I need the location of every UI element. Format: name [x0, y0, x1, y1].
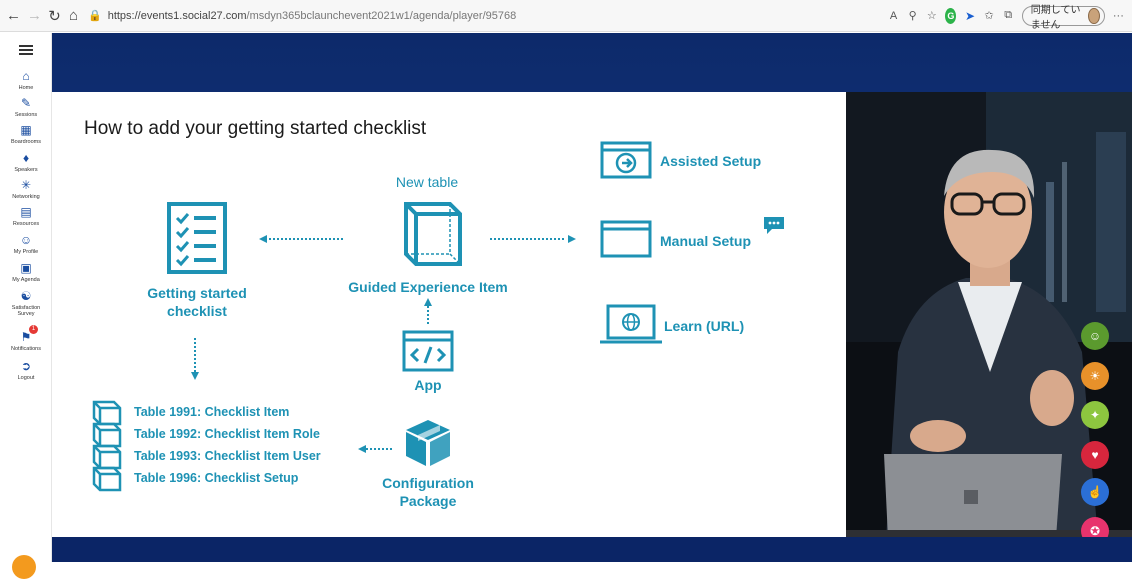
notification-badge: 1: [29, 325, 38, 334]
lightbulb-icon[interactable]: ☀: [1081, 362, 1109, 390]
sidebar-item-satisfaction-survey[interactable]: ☯ Satisfaction Survey: [0, 289, 52, 317]
url-scheme: https://: [107, 9, 141, 22]
networking-icon: ✳: [20, 178, 32, 192]
url-path: /msdyn365bclaunchevent2021w1/agenda/play…: [246, 9, 517, 22]
party-icon[interactable]: ✦: [1081, 401, 1109, 429]
sidebar-item-label: Logout: [17, 375, 35, 381]
back-icon[interactable]: ←: [6, 4, 21, 28]
url-host: events1.social27.com: [140, 9, 247, 22]
sidebar-item-notifications[interactable]: ⚑ 1 Notifications: [0, 325, 52, 352]
arrow-down-to-tables: [191, 338, 199, 380]
sidebar-item-sessions[interactable]: ✎ Sessions: [0, 96, 52, 118]
cube-icon: [404, 202, 462, 266]
new-table-label: New table: [395, 174, 459, 190]
collections-icon[interactable]: ⧉: [1003, 8, 1014, 24]
learn-url-label: Learn (URL): [664, 318, 745, 334]
configuration-package-label: Configuration Package: [368, 474, 488, 510]
reload-icon[interactable]: ↻: [48, 4, 61, 28]
home-icon: ⌂: [22, 69, 30, 83]
sidebar-item-label: Networking: [12, 194, 40, 200]
arrow-to-tables: [358, 445, 394, 453]
stage-bottom-band: [52, 537, 1132, 562]
slide-title: How to add your getting started checklis…: [84, 118, 427, 139]
table-1996-label: Table 1996: Checklist Setup: [134, 471, 299, 485]
heart-icon[interactable]: ♥: [1081, 441, 1109, 469]
code-window-icon: [402, 330, 454, 372]
laptop-globe-icon: [600, 304, 662, 344]
session-player: How to add your getting started checklis…: [52, 33, 1132, 562]
presenter-video[interactable]: [846, 92, 1132, 538]
sidebar-item-label: Speakers: [14, 167, 38, 173]
arrow-up-from-app: [424, 298, 432, 324]
sidebar-item-resources[interactable]: ▤ Resources: [0, 205, 52, 227]
getting-started-label: Getting started checklist: [132, 284, 262, 320]
config-line2: Package: [399, 493, 457, 509]
avatar: [1088, 7, 1100, 24]
logout-icon: ➲: [20, 359, 32, 373]
presenter-video-frame: [846, 92, 1132, 538]
table-1993-label: Table 1993: Checklist Item User: [134, 449, 321, 463]
getting-started-line2: checklist: [167, 303, 227, 319]
browser-toolbar: ← → ↻ ⌂ 🔒 https://events1.social27.com/m…: [0, 0, 1132, 32]
sidebar-item-label: Sessions: [14, 112, 38, 118]
favorite-add-icon[interactable]: ☆: [926, 8, 937, 24]
getting-started-line1: Getting started: [147, 285, 247, 301]
thumbs-up-icon[interactable]: ☝: [1081, 478, 1109, 506]
grammarly-extension-icon[interactable]: G: [945, 7, 957, 24]
presentation-slide: How to add your getting started checklis…: [52, 92, 846, 538]
sidebar-item-label: Resources: [12, 221, 40, 227]
help-chat-button[interactable]: [12, 555, 36, 579]
sidebar-item-label: Home: [18, 85, 34, 91]
checklist-icon: [167, 202, 227, 274]
assisted-setup-label: Assisted Setup: [660, 153, 762, 169]
guided-experience-label: Guided Experience Item: [348, 279, 508, 295]
config-line1: Configuration: [382, 475, 474, 491]
left-sidebar: ⌂ Home ✎ Sessions ▦ Boardrooms ♦ Speaker…: [0, 33, 52, 579]
sidebar-item-boardrooms[interactable]: ▦ Boardrooms: [0, 123, 52, 145]
zoom-icon[interactable]: ⚲: [907, 8, 918, 24]
agenda-icon: ▣: [20, 261, 32, 275]
bell-icon: ⚑ 1: [19, 325, 38, 344]
menu-icon[interactable]: [19, 45, 33, 55]
survey-icon: ☯: [20, 289, 32, 303]
table-1991-label: Table 1991: Checklist Item: [134, 405, 290, 419]
sidebar-item-label: My Profile: [13, 249, 39, 255]
sync-profile-button[interactable]: 同期していません: [1021, 5, 1105, 31]
sidebar-item-speakers[interactable]: ♦ Speakers: [0, 151, 52, 173]
address-bar[interactable]: 🔒 https://events1.social27.com/msdyn365b…: [88, 5, 888, 27]
forward-icon[interactable]: →: [27, 4, 42, 28]
sidebar-item-networking[interactable]: ✳ Networking: [0, 178, 52, 200]
sidebar-item-label: Satisfaction Survey: [11, 305, 41, 317]
boardroom-icon: ▦: [20, 123, 32, 137]
sidebar-item-label: Notifications: [11, 346, 41, 352]
sidebar-item-label: My Agenda: [12, 277, 40, 283]
extension-arrow-icon[interactable]: ➤: [964, 8, 975, 24]
sidebar-item-home[interactable]: ⌂ Home: [0, 69, 52, 91]
sidebar-item-my-agenda[interactable]: ▣ My Agenda: [0, 261, 52, 283]
profile-icon: ☺: [19, 233, 33, 247]
assisted-setup-window-icon: [600, 141, 652, 179]
chat-bubble-icon: [764, 217, 784, 234]
pencil-icon: ✎: [20, 96, 32, 110]
manual-setup-label: Manual Setup: [660, 233, 752, 249]
sidebar-item-label: Boardrooms: [11, 139, 41, 145]
speaker-icon: ♦: [22, 151, 30, 165]
sidebar-item-logout[interactable]: ➲ Logout: [0, 359, 52, 381]
table-1992-label: Table 1992: Checklist Item Role: [134, 427, 320, 441]
sync-label: 同期していません: [1030, 4, 1081, 31]
lock-icon: 🔒: [88, 10, 102, 22]
stacked-tables-icon: [92, 400, 122, 492]
sidebar-item-my-profile[interactable]: ☺ My Profile: [0, 233, 52, 255]
more-menu-icon[interactable]: ···: [1113, 8, 1124, 24]
favorites-icon[interactable]: ✩: [984, 8, 995, 24]
manual-setup-window-icon: [600, 220, 652, 258]
arrow-to-checklist: [259, 235, 345, 243]
app-label: App: [414, 377, 442, 393]
home-browser-icon[interactable]: ⌂: [67, 4, 80, 28]
read-aloud-icon[interactable]: A: [888, 8, 899, 24]
resources-icon: ▤: [20, 205, 32, 219]
package-icon: [406, 420, 450, 466]
arrow-to-setup: [490, 235, 576, 243]
smile-icon[interactable]: ☺: [1081, 322, 1109, 350]
